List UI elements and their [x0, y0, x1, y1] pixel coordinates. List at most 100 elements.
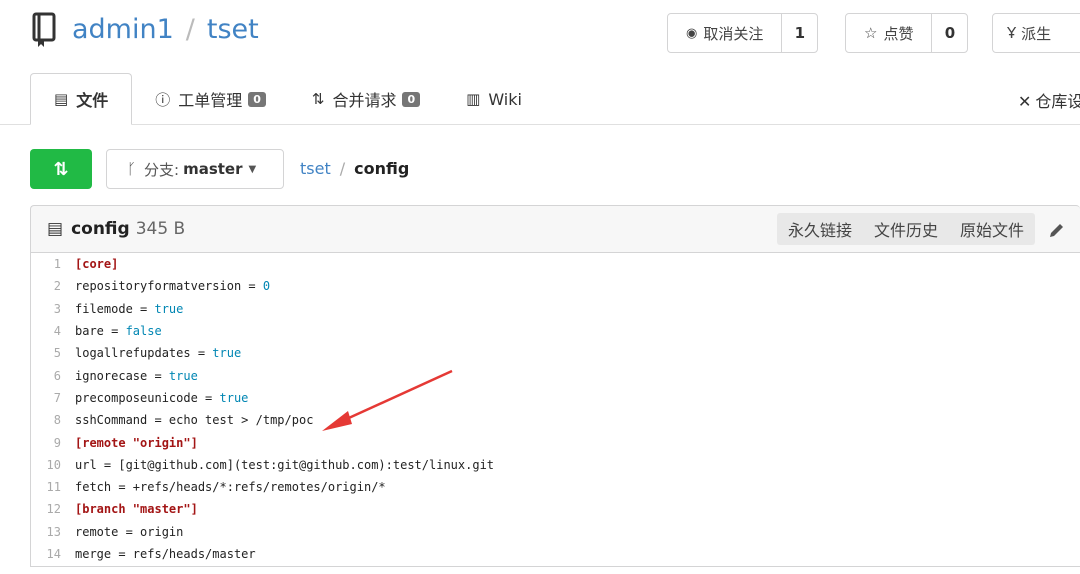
file-title: ▤ config 345 B [47, 219, 185, 239]
star-button[interactable]: ☆ 点赞 [846, 14, 932, 52]
file-name: config [71, 219, 130, 239]
compare-icon: ⇅ [53, 158, 69, 180]
line-number[interactable]: 7 [31, 391, 69, 405]
line-number[interactable]: 12 [31, 502, 69, 516]
issue-icon: ⓘ [155, 90, 171, 109]
file-size: 345 B [135, 219, 186, 239]
tab-issues[interactable]: ⓘ 工单管理 0 [132, 73, 289, 125]
repo-header: admin1 / tset ◉ 取消关注 1 ☆ 点赞 0 Ұ 派生 ▤ 文件 ⓘ 工单管理 0… [0, 0, 1080, 125]
fork-button-group: Ұ 派生 [992, 13, 1080, 53]
edit-pencil-icon[interactable] [1047, 220, 1067, 240]
line-number[interactable]: 3 [31, 302, 69, 316]
code-line: 13 remote = origin [31, 521, 1080, 543]
breadcrumb-current-file: config [354, 159, 410, 178]
code-line: 7 precomposeunicode = true [31, 387, 1080, 409]
line-number[interactable]: 10 [31, 458, 69, 472]
tab-label: 文件 [76, 91, 109, 110]
new-pull-request-button[interactable]: ⇅ [30, 149, 92, 189]
pull-requests-count-badge: 0 [402, 91, 421, 107]
line-text: fetch = +refs/heads/*:refs/remotes/origi… [75, 480, 386, 495]
pull-request-icon: ⇅ [311, 90, 325, 108]
code-line: 8 sshCommand = echo test > /tmp/poc [31, 409, 1080, 431]
code-line: 4 bare = false [31, 320, 1080, 342]
tab-settings[interactable]: ✕ 仓库设 [1018, 88, 1080, 112]
line-text: filemode = true [75, 301, 184, 316]
line-text: ignorecase = true [75, 368, 198, 383]
tab-pull-requests[interactable]: ⇅ 合并请求 0 [289, 73, 443, 125]
file-header: ▤ config 345 B 永久链接 文件历史 原始文件 [30, 205, 1080, 253]
settings-label: 仓库设 [1035, 92, 1080, 111]
line-text: repositoryformatversion = 0 [75, 279, 271, 294]
file-actions: 永久链接 文件历史 原始文件 [777, 213, 1036, 245]
tools-icon: ✕ [1018, 92, 1032, 111]
line-number[interactable]: 11 [31, 480, 69, 494]
code-line: 11 fetch = +refs/heads/*:refs/remotes/ori… [31, 476, 1080, 498]
star-icon: ☆ [864, 24, 878, 42]
line-number[interactable]: 8 [31, 413, 69, 427]
breadcrumb-separator: / [339, 159, 346, 178]
code-line: 2 repositoryformatversion = 0 [31, 275, 1080, 297]
line-number[interactable]: 4 [31, 324, 69, 338]
repo-owner-link[interactable]: admin1 [72, 14, 174, 45]
line-text: sshCommand = echo test > /tmp/poc [75, 413, 314, 428]
line-text: remote = origin [75, 524, 184, 539]
watch-button-group: ◉ 取消关注 1 [667, 13, 819, 53]
code-line: 10 url = [git@github.com](test:git@github… [31, 454, 1080, 476]
chevron-down-icon: ▼ [248, 163, 257, 175]
code-line: 5 logallrefupdates = true [31, 342, 1080, 364]
tab-wiki[interactable]: ▥ Wiki [443, 73, 545, 125]
repo-name-link[interactable]: tset [207, 14, 259, 45]
tab-files[interactable]: ▤ 文件 [30, 73, 133, 125]
unwatch-button[interactable]: ◉ 取消关注 [668, 14, 782, 52]
code-line: 12 [branch "master"] [31, 498, 1080, 520]
file-history-button[interactable]: 文件历史 [863, 213, 949, 245]
line-number[interactable]: 9 [31, 436, 69, 450]
tab-label: 合并请求 [332, 91, 397, 110]
line-text: bare = false [75, 324, 162, 339]
code-view: 1 [core] 2 repositoryformatversion = 0 3 file… [30, 253, 1080, 567]
line-number[interactable]: 13 [31, 525, 69, 539]
line-number[interactable]: 14 [31, 547, 69, 561]
raw-file-button[interactable]: 原始文件 [949, 213, 1035, 245]
repo-book-icon [32, 12, 56, 47]
line-text: [branch "master"] [75, 502, 198, 517]
star-label: 点赞 [883, 24, 914, 43]
branch-prefix: 分支: [144, 160, 180, 179]
repo-tabs: ▤ 文件 ⓘ 工单管理 0 ⇅ 合并请求 0 ▥ Wiki [30, 73, 545, 125]
breadcrumb-repo-link[interactable]: tset [300, 159, 331, 178]
code-line: 14 merge = refs/heads/master [31, 543, 1080, 565]
star-count[interactable]: 0 [931, 14, 967, 52]
line-number[interactable]: 6 [31, 369, 69, 383]
code-line: 9 [remote "origin"] [31, 431, 1080, 453]
line-number[interactable]: 2 [31, 279, 69, 293]
line-number[interactable]: 5 [31, 346, 69, 360]
file-icon: ▤ [47, 219, 64, 239]
branch-icon: ᚴ [127, 160, 137, 178]
line-text: [remote "origin"] [75, 435, 198, 450]
book-icon: ▥ [466, 90, 481, 108]
line-text: logallrefupdates = true [75, 346, 242, 361]
code-line: 1 [core] [31, 253, 1080, 275]
line-text: [core] [75, 257, 119, 272]
fork-icon: Ұ [1007, 24, 1017, 42]
line-number[interactable]: 1 [31, 257, 69, 271]
code-line: 3 filemode = true [31, 298, 1080, 320]
branch-name: master [183, 160, 243, 178]
fork-label: 派生 [1021, 24, 1052, 43]
tab-label: 工单管理 [178, 91, 243, 110]
branch-dropdown[interactable]: ᚴ 分支: master ▼ [106, 149, 284, 189]
eye-icon: ◉ [686, 25, 698, 41]
line-text: merge = refs/heads/master [75, 547, 256, 561]
watch-count[interactable]: 1 [781, 14, 817, 52]
line-text: precomposeunicode = true [75, 390, 249, 405]
line-text: url = [git@github.com](test:git@github.c… [75, 457, 495, 472]
issues-count-badge: 0 [248, 91, 266, 107]
star-button-group: ☆ 点赞 0 [845, 13, 969, 53]
unwatch-label: 取消关注 [703, 24, 764, 43]
file-icon: ▤ [54, 90, 69, 108]
breadcrumb: tset / config [300, 159, 409, 178]
fork-button[interactable]: Ұ 派生 [993, 14, 1066, 52]
repo-title: admin1 / tset [72, 14, 259, 45]
tab-label: Wiki [488, 89, 522, 109]
permalink-button[interactable]: 永久链接 [777, 213, 863, 245]
